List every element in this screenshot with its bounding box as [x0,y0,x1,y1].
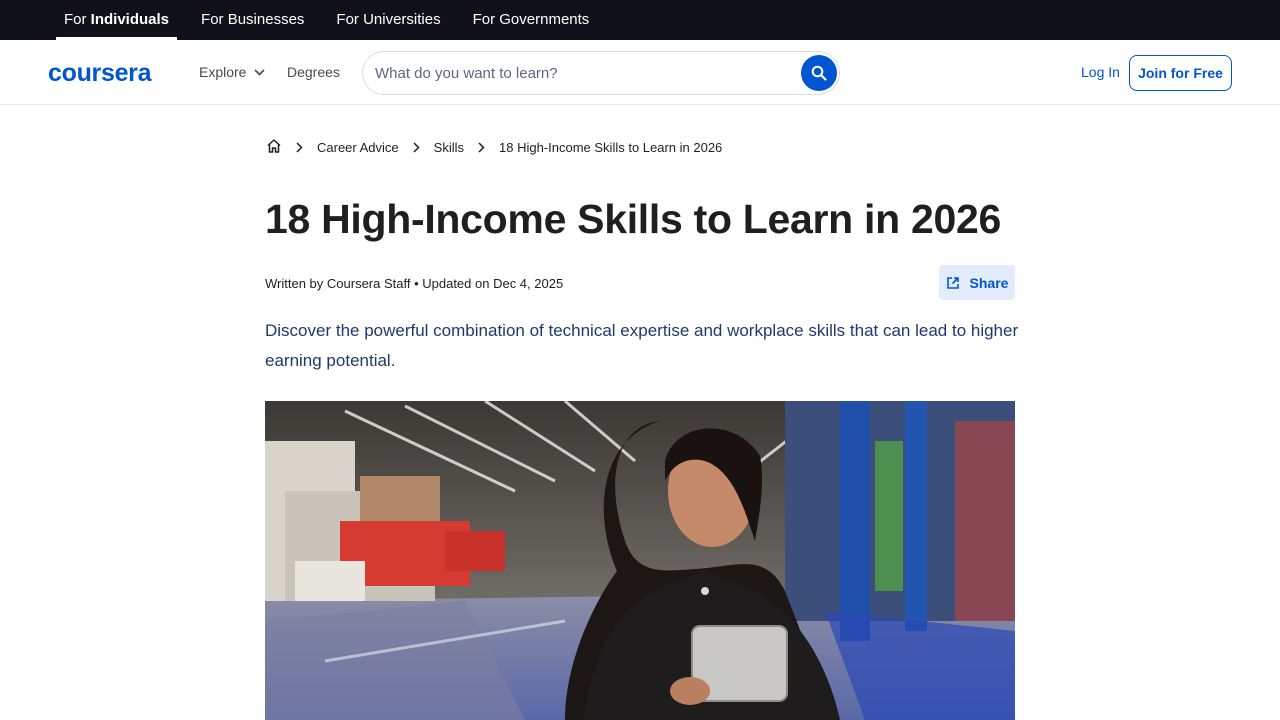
hero-image [265,401,1015,720]
share-label: Share [969,274,1009,291]
hero-illustration [265,401,1015,720]
breadcrumb: Career Advice Skills 18 High-Income Skil… [266,137,722,157]
page-title: 18 High-Income Skills to Learn in 2026 [265,196,1001,242]
site-header: coursera Explore Degrees Log In Join for… [0,40,1280,105]
tab-for-governments[interactable]: For Governments [465,0,598,40]
tab-label: Individuals [90,11,170,28]
breadcrumb-skills[interactable]: Skills [434,140,464,155]
search-icon [811,65,827,81]
explore-menu[interactable]: Explore [199,64,266,80]
breadcrumb-current: 18 High-Income Skills to Learn in 2026 [499,139,723,155]
login-link[interactable]: Log In [1081,64,1120,80]
search-input[interactable] [375,52,795,94]
coursera-logo[interactable]: coursera [48,59,152,88]
chevron-right-icon [413,141,420,153]
home-icon[interactable] [266,138,282,157]
degrees-link[interactable]: Degrees [287,64,340,80]
breadcrumb-career-advice[interactable]: Career Advice [317,140,399,155]
article-summary: Discover the powerful combination of tec… [265,321,1019,370]
tab-for-businesses[interactable]: For Businesses [193,0,312,40]
share-icon [946,276,959,289]
tab-prefix: For [64,11,91,28]
explore-label: Explore [199,64,247,80]
tab-for-individuals[interactable]: For Individuals [56,0,178,40]
search-button[interactable] [801,55,837,91]
audience-bar: For Individuals For Businesses For Unive… [0,0,1280,40]
search-box [362,51,840,95]
join-for-free-button[interactable]: Join for Free [1129,55,1232,91]
chevron-right-icon [478,141,485,153]
chevron-down-icon [254,68,266,76]
chevron-right-icon [296,141,303,153]
article-byline: Written by Coursera Staff • Updated on D… [265,276,564,291]
share-button[interactable]: Share [939,265,1015,300]
tab-for-universities[interactable]: For Universities [328,0,448,40]
